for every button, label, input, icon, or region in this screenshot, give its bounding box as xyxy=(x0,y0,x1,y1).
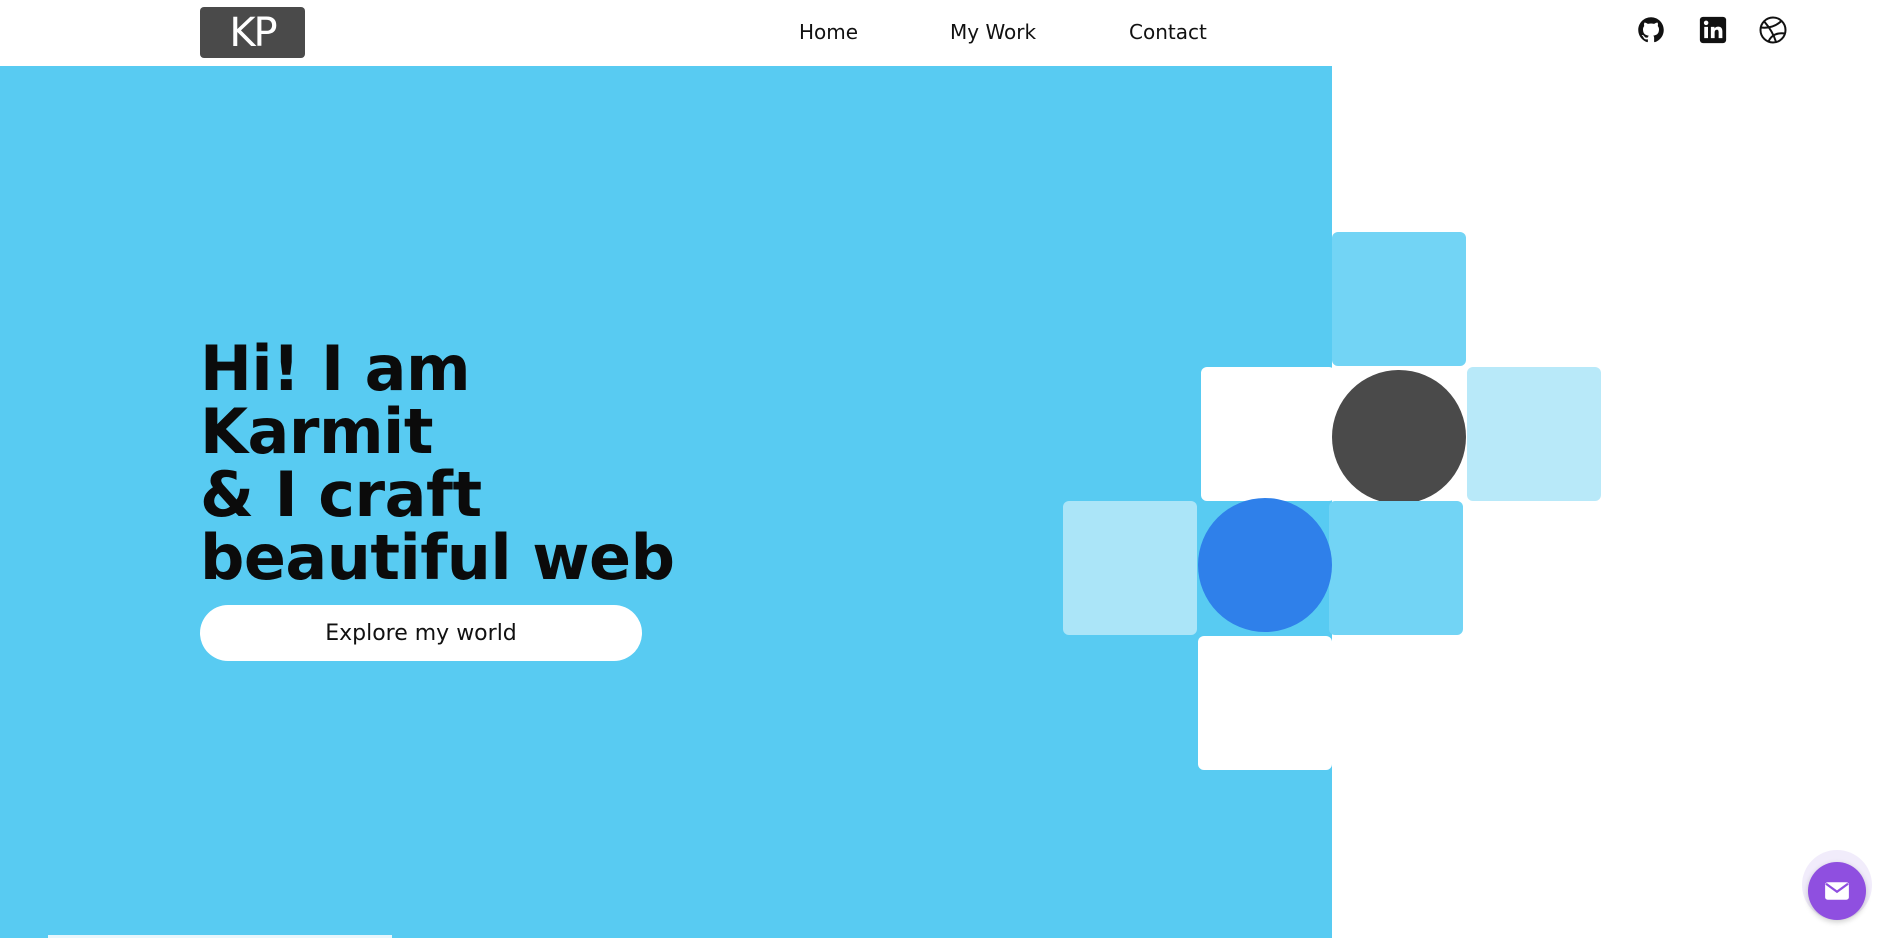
decor-circle-blue xyxy=(1198,498,1332,632)
nav-my-work[interactable]: My Work xyxy=(950,20,1036,44)
logo[interactable]: KP xyxy=(200,7,305,58)
dribbble-icon[interactable] xyxy=(1758,15,1788,45)
decor-tile-white-upper xyxy=(1201,367,1335,501)
logo-text: KP xyxy=(229,9,277,56)
nav-home[interactable]: Home xyxy=(799,20,858,44)
decor-tile-light-left xyxy=(1063,501,1197,635)
decor-tile-light-right xyxy=(1467,367,1601,501)
hero-title: Hi! I am Karmit & I craft beautiful web xyxy=(200,337,720,589)
mail-button[interactable] xyxy=(1808,862,1866,920)
linkedin-icon[interactable] xyxy=(1698,15,1728,45)
decor-circle-dark xyxy=(1332,370,1466,504)
github-icon[interactable] xyxy=(1636,15,1666,45)
site-header: KP Home My Work Contact xyxy=(0,0,1904,66)
explore-button[interactable]: Explore my world xyxy=(200,605,642,661)
hero-title-line-2: & I craft xyxy=(200,458,482,531)
hero-title-line-3: beautiful web xyxy=(200,521,675,594)
hero-title-line-1: Hi! I am Karmit xyxy=(200,332,471,468)
decor-tile-white-lower xyxy=(1198,636,1332,770)
decor-tile-medium xyxy=(1329,501,1463,635)
nav-contact[interactable]: Contact xyxy=(1129,20,1207,44)
portfolio-page: KP Home My Work Contact Hi! I am Karmit … xyxy=(0,0,1904,938)
mail-icon xyxy=(1825,882,1849,900)
decor-tile-top xyxy=(1332,232,1466,366)
